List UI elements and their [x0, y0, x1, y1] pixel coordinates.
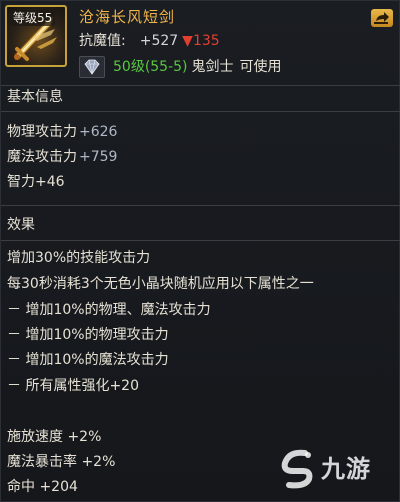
stat-label: 物理攻击力	[7, 124, 77, 140]
stat-value: +759	[79, 149, 118, 165]
cast-speed-stat: 施放速度 +2%	[7, 429, 102, 445]
effect-line: － 增加10%的物理、魔法攻击力	[7, 302, 211, 318]
resist-row: 抗魔值: +527 ▼135	[79, 31, 220, 51]
effect-line: － 所有属性强化+20	[7, 378, 139, 394]
divider	[1, 111, 400, 112]
hit-rate-stat: 命中 +204	[7, 479, 78, 495]
stat-value: +626	[79, 124, 118, 140]
jiuyou-logo-icon	[281, 449, 313, 489]
item-level-tag: 等级55	[10, 10, 56, 26]
requirement-level: 50级(55-5)	[113, 59, 188, 75]
stat-label: 智力	[7, 174, 35, 190]
magic-attack-stat: 魔法攻击力 +759	[7, 147, 117, 167]
resist-gain: +527	[139, 33, 179, 49]
magic-crit-stat: 魔法暴击率 +2%	[7, 454, 116, 470]
requirement-usable: 可使用	[239, 59, 282, 75]
divider	[1, 85, 400, 86]
effect-line: 每30秒消耗3个无色小晶块随机应用以下属性之一	[7, 276, 314, 292]
resist-label: 抗魔值:	[79, 33, 126, 49]
intelligence-stat: 智力+46	[7, 172, 65, 192]
diamond-icon	[79, 56, 105, 78]
effect-line: － 增加10%的魔法攻击力	[7, 352, 169, 368]
share-icon[interactable]	[371, 9, 393, 27]
tooltip-header: 等级55 沧海长风短剑 抗魔值: +527 ▼135 50级(55-5) 鬼剑士 可使用	[1, 1, 400, 83]
jiuyou-watermark: 九游	[275, 449, 385, 489]
effect-line: 增加30%的技能攻击力	[7, 250, 151, 266]
item-tooltip: 等级55 沧海长风短剑 抗魔值: +527 ▼135 50级(55-5) 鬼剑士 可使用…	[0, 0, 400, 502]
requirement-class: 鬼剑士	[191, 59, 234, 75]
basic-info-title: 基本信息	[7, 89, 63, 105]
stat-label: 魔法攻击力	[7, 149, 77, 165]
short-sword-icon[interactable]: 等级55	[5, 5, 67, 67]
divider	[1, 205, 400, 206]
watermark-text: 九游	[321, 455, 371, 483]
item-name: 沧海长风短剑	[79, 8, 176, 26]
stat-value: +46	[35, 174, 65, 190]
resist-loss: ▼135	[182, 33, 220, 49]
effect-line: － 增加10%的物理攻击力	[7, 327, 169, 343]
divider	[1, 240, 400, 241]
effects-title: 效果	[7, 217, 35, 233]
physical-attack-stat: 物理攻击力 +626	[7, 122, 117, 142]
requirement-row: 50级(55-5) 鬼剑士 可使用	[79, 56, 282, 78]
